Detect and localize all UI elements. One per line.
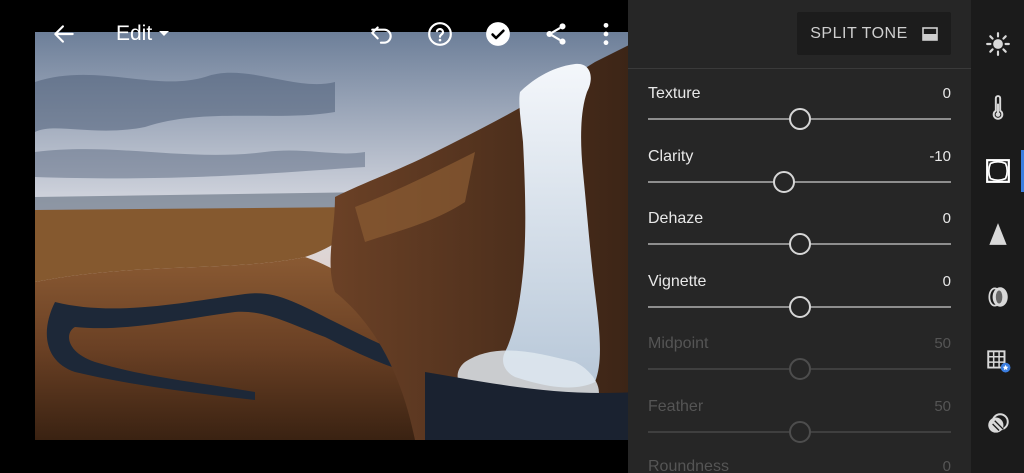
texture-slider-row: Texture 0 xyxy=(648,85,951,141)
back-button[interactable] xyxy=(50,20,78,48)
roundness-slider-row: Roundness 0 xyxy=(648,458,951,473)
slider-value: 0 xyxy=(942,210,951,227)
slider-value: 0 xyxy=(942,273,951,290)
slider-value: 0 xyxy=(942,85,951,102)
edit-mode-dropdown[interactable]: Edit xyxy=(116,19,170,49)
slider-label: Dehaze xyxy=(648,210,704,227)
feather-slider-thumb xyxy=(788,421,811,443)
presets-icon xyxy=(987,413,1009,433)
checkmark-circle-icon xyxy=(486,22,510,46)
vignette-slider-track[interactable] xyxy=(648,296,951,318)
photo-canvas[interactable] xyxy=(35,32,635,440)
slider-value: 50 xyxy=(934,398,951,415)
geometry-icon xyxy=(986,350,1010,373)
feather-slider-track xyxy=(648,421,951,443)
split-tone-label: SPLIT TONE xyxy=(810,24,908,42)
clarity-slider-track[interactable] xyxy=(648,171,951,193)
edit-mode-label: Edit xyxy=(116,22,153,45)
color-tool-button[interactable] xyxy=(971,84,1024,132)
clarity-slider-thumb[interactable] xyxy=(773,171,796,193)
slider-label: Feather xyxy=(648,398,704,415)
caret-down-icon xyxy=(159,31,170,36)
effects-tool-button[interactable] xyxy=(971,147,1024,195)
more-vertical-icon xyxy=(603,22,609,46)
edit-panel: SPLIT TONE Texture 0 Clarity -10 Dehaze … xyxy=(628,0,971,473)
midpoint-slider-row: Midpoint 50 xyxy=(648,335,951,391)
detail-icon xyxy=(988,223,1007,245)
light-tool-button[interactable] xyxy=(971,20,1024,68)
midpoint-slider-thumb xyxy=(788,358,811,380)
help-icon xyxy=(428,22,452,46)
slider-value: -10 xyxy=(929,148,951,165)
split-tone-icon xyxy=(921,26,938,41)
slider-value: 0 xyxy=(942,458,951,473)
vignette-slider-row: Vignette 0 xyxy=(648,273,951,329)
color-temperature-icon xyxy=(992,95,1003,120)
slider-label: Roundness xyxy=(648,458,729,473)
slider-value: 50 xyxy=(934,335,951,352)
more-options-button[interactable] xyxy=(592,20,620,48)
tool-rail xyxy=(971,0,1024,473)
dehaze-slider-thumb[interactable] xyxy=(788,233,811,255)
effects-icon xyxy=(985,159,1010,183)
waterfall-photo xyxy=(35,32,635,440)
share-icon xyxy=(546,23,566,45)
undo-button[interactable] xyxy=(368,20,396,48)
vignette-slider-thumb[interactable] xyxy=(788,296,811,318)
midpoint-slider-track xyxy=(648,358,951,380)
light-icon xyxy=(985,32,1010,56)
slider-label: Vignette xyxy=(648,273,707,290)
feather-slider-row: Feather 50 xyxy=(648,398,951,454)
split-tone-button[interactable]: SPLIT TONE xyxy=(797,12,951,55)
clarity-slider-row: Clarity -10 xyxy=(648,148,951,204)
texture-slider-track[interactable] xyxy=(648,108,951,130)
share-button[interactable] xyxy=(542,20,570,48)
detail-tool-button[interactable] xyxy=(971,210,1024,258)
presets-tool-button[interactable] xyxy=(971,400,1024,448)
optics-tool-button[interactable] xyxy=(971,273,1024,321)
slider-label: Texture xyxy=(648,85,701,102)
slider-label: Midpoint xyxy=(648,335,709,352)
undo-icon xyxy=(371,26,392,44)
arrow-left-icon xyxy=(54,25,74,43)
geometry-tool-button[interactable] xyxy=(971,336,1024,384)
help-button[interactable] xyxy=(426,20,454,48)
optics-icon xyxy=(987,287,1008,307)
dehaze-slider-track[interactable] xyxy=(648,233,951,255)
slider-label: Clarity xyxy=(648,148,694,165)
dehaze-slider-row: Dehaze 0 xyxy=(648,210,951,266)
top-toolbar: Edit xyxy=(0,0,628,68)
panel-header: SPLIT TONE xyxy=(628,0,971,69)
done-button[interactable] xyxy=(484,20,512,48)
texture-slider-thumb[interactable] xyxy=(788,108,811,130)
